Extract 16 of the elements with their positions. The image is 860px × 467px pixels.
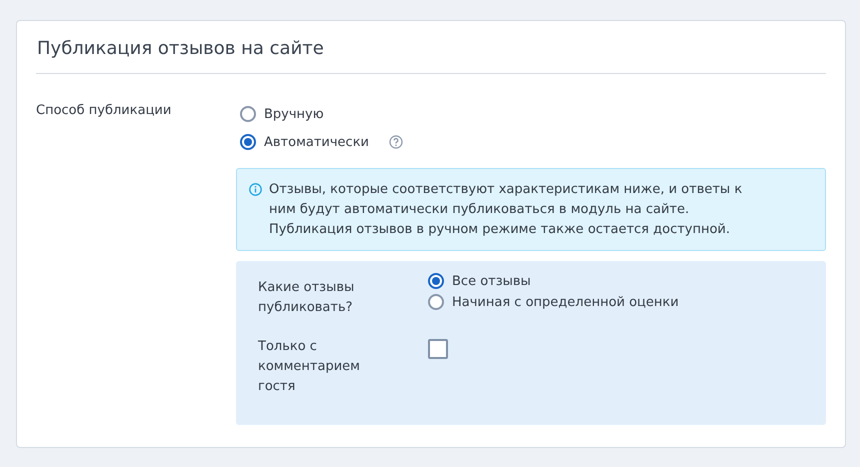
info-text: Отзывы, которые соответствуют характеристикам ниже, и ответы к ним будут автоматически публиковаться в модуль на сайте. Публикация отзывов в ручном режиме также остается доступной. — [269, 181, 744, 239]
checkbox[interactable] — [428, 339, 448, 359]
radio-button[interactable] — [240, 134, 256, 150]
radio-option[interactable]: Автоматически — [240, 134, 370, 150]
radio-option[interactable]: Начиная с определенной оценки — [428, 294, 679, 310]
field-label: Способ публикации — [36, 102, 172, 120]
field-label: Какие отзывы публиковать? — [258, 279, 356, 317]
radio-button[interactable] — [428, 273, 444, 289]
radio-option[interactable]: Вручную — [240, 106, 324, 122]
help-icon[interactable] — [389, 135, 404, 149]
field-label: Только с комментарием гостя — [258, 338, 361, 396]
radio-button[interactable] — [240, 106, 256, 122]
radio-option[interactable]: Все отзывы — [428, 273, 679, 289]
card-title: Публикация отзывов на сайте — [36, 21, 826, 74]
radio-button[interactable] — [428, 294, 444, 310]
info-icon — [249, 183, 262, 196]
